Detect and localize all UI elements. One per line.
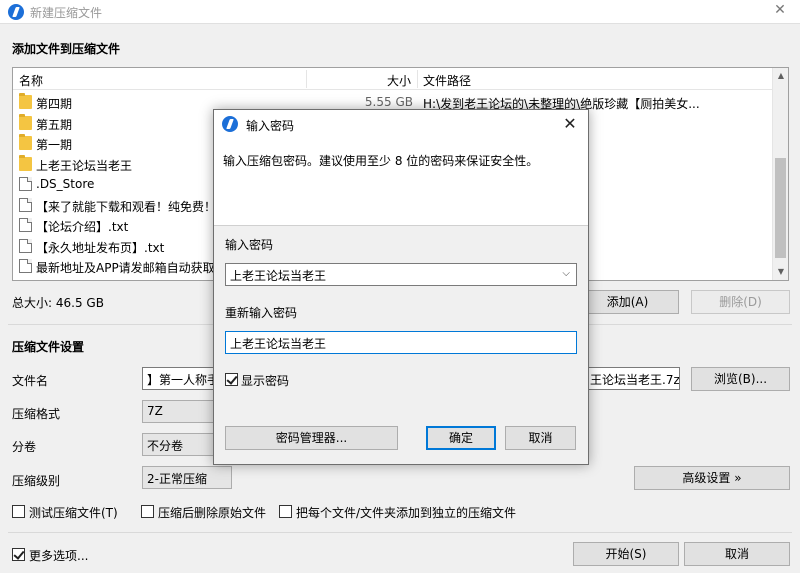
delete-after-label[interactable]: 压缩后删除原始文件 (158, 504, 266, 521)
delete-after-checkbox[interactable] (141, 505, 154, 518)
repeat-password-label: 重新输入密码 (225, 306, 298, 320)
ok-button[interactable]: 确定 (426, 426, 496, 450)
test-archive-label[interactable]: 测试压缩文件(T) (29, 504, 118, 521)
file-icon (19, 259, 32, 273)
folder-icon (19, 113, 32, 130)
file-list-header: 名称 大小 文件路径 (13, 68, 773, 90)
settings-heading: 压缩文件设置 (12, 340, 85, 354)
advanced-settings-button[interactable]: 高级设置 » (634, 466, 790, 490)
separate-archives-checkbox[interactable] (279, 505, 292, 518)
file-icon (19, 238, 32, 253)
scroll-down-icon[interactable]: ▼ (773, 264, 789, 280)
dialog-cancel-button[interactable]: 取消 (505, 426, 576, 450)
dialog-title: 输入密码 (246, 119, 295, 133)
file-name: .DS_Store (36, 177, 95, 191)
column-name[interactable]: 名称 (19, 72, 43, 89)
file-name: 【永久地址发布页】.txt (36, 240, 165, 255)
app-logo-icon (8, 4, 24, 20)
chevron-down-icon[interactable]: ⌵ (562, 268, 570, 279)
file-name: 第一期 (36, 138, 73, 152)
folder-icon (19, 134, 32, 150)
show-password-checkbox[interactable] (225, 373, 238, 386)
more-options-label[interactable]: 更多选项... (29, 547, 88, 564)
window-title: 新建压缩文件 (30, 6, 103, 20)
dialog-hint: 输入压缩包密码。建议使用至少 8 位的密码来保证安全性。 (223, 154, 539, 168)
cancel-button[interactable]: 取消 (684, 542, 790, 566)
start-button[interactable]: 开始(S) (573, 542, 679, 566)
folder-icon (19, 154, 32, 171)
file-name: 第五期 (36, 117, 73, 132)
scroll-up-icon[interactable]: ▲ (773, 68, 789, 84)
more-options-checkbox[interactable] (12, 548, 25, 561)
folder-icon (19, 93, 32, 109)
separate-archives-label[interactable]: 把每个文件/文件夹添加到独立的压缩文件 (296, 504, 516, 521)
test-archive-checkbox[interactable] (12, 505, 25, 518)
filename-input-suffix[interactable]: 王论坛当老王.7z (588, 367, 680, 390)
password-label: 输入密码 (225, 238, 274, 252)
add-files-heading: 添加文件到压缩文件 (12, 42, 121, 56)
delete-button[interactable]: 删除(D) (691, 290, 790, 314)
window-close-icon[interactable]: ✕ (770, 2, 790, 18)
file-name: 【论坛介绍】.txt (36, 220, 129, 234)
repeat-password-input[interactable]: 上老王论坛当老王 (225, 331, 577, 354)
password-manager-button[interactable]: 密码管理器... (225, 426, 398, 450)
filename-label: 文件名 (12, 374, 49, 388)
level-label: 压缩级别 (12, 474, 61, 488)
split-label: 分卷 (12, 440, 37, 454)
dialog-hint-panel: 输入压缩包密码。建议使用至少 8 位的密码来保证安全性。 (214, 138, 588, 226)
dialog-close-icon[interactable]: ✕ (560, 114, 580, 133)
footer-divider (8, 532, 792, 533)
password-value: 上老王论坛当老王 (230, 269, 327, 283)
file-icon (19, 177, 32, 191)
browse-button[interactable]: 浏览(B)... (691, 367, 790, 391)
password-dialog: 输入密码 ✕ 输入压缩包密码。建议使用至少 8 位的密码来保证安全性。 输入密码… (213, 109, 589, 465)
file-name: 第四期 (36, 97, 73, 111)
format-label: 压缩格式 (12, 407, 61, 421)
file-icon (19, 197, 32, 212)
scroll-thumb[interactable] (775, 158, 786, 258)
file-list-scrollbar[interactable]: ▲ ▼ (772, 68, 788, 280)
file-size: 5.55 GB (364, 95, 413, 109)
password-input[interactable]: 上老王论坛当老王 ⌵ (225, 263, 577, 286)
file-name: 上老王论坛当老王 (36, 158, 133, 173)
column-size[interactable]: 大小 (313, 72, 411, 89)
total-size: 总大小: 46.5 GB (12, 296, 104, 310)
level-select[interactable]: 2-正常压缩 (142, 466, 232, 489)
column-divider (417, 70, 418, 88)
column-divider (306, 70, 307, 88)
column-path[interactable]: 文件路径 (423, 72, 471, 89)
file-name: 最新地址及APP请发邮箱自动获取! (36, 261, 220, 275)
file-name: 【来了就能下载和观看！纯免费！ (36, 199, 217, 214)
file-icon (19, 218, 32, 232)
dialog-title-bar: 输入密码 ✕ (214, 110, 588, 138)
add-button[interactable]: 添加(A) (576, 290, 679, 314)
title-bar: 新建压缩文件 ✕ (0, 0, 800, 24)
show-password-label[interactable]: 显示密码 (241, 372, 289, 389)
app-logo-icon (222, 116, 238, 132)
